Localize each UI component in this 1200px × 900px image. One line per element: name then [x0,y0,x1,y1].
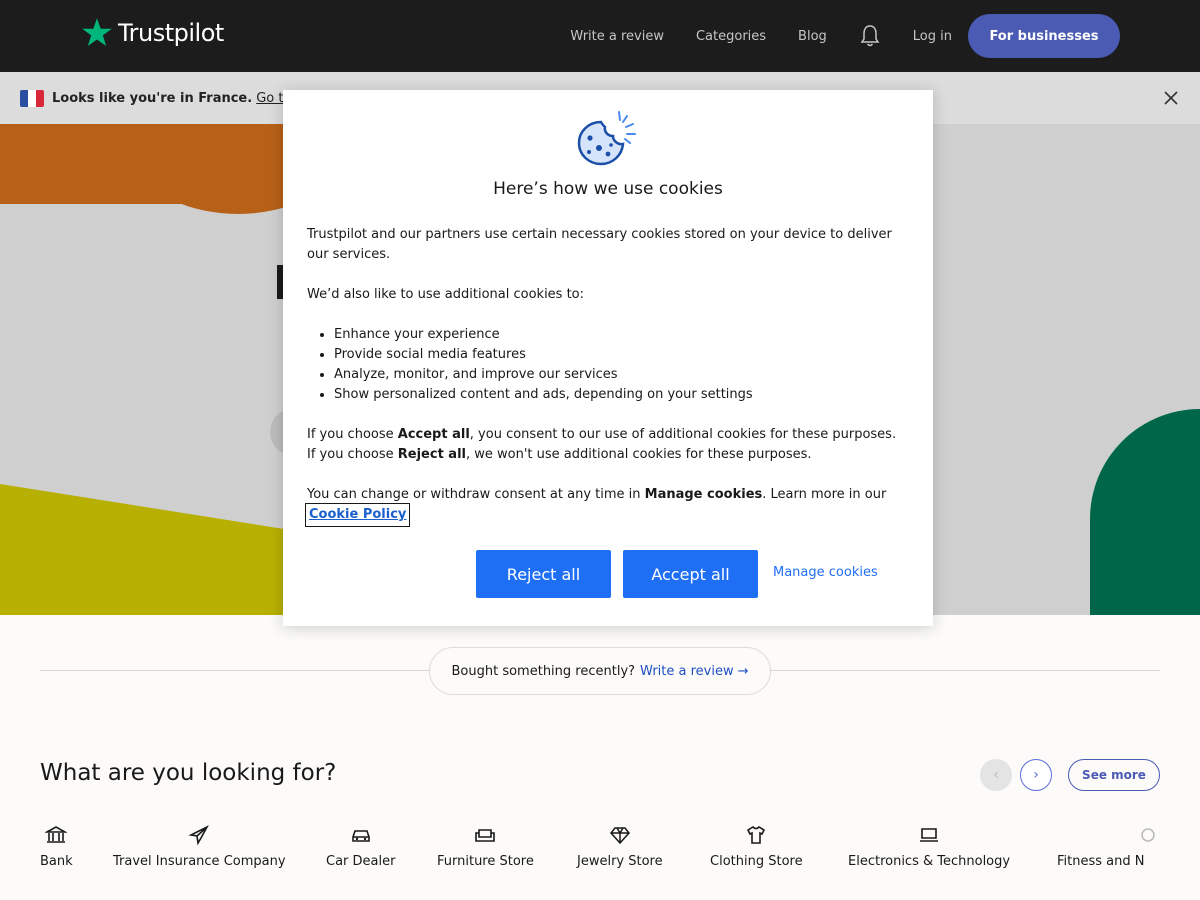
category-bank[interactable]: Bank [40,824,73,869]
change-bold: Manage cookies [644,487,763,502]
change-post: . Learn more in our [762,487,887,502]
see-more-button[interactable]: See more [1068,759,1160,791]
category-label: Clothing Store [710,854,803,869]
change-pre: You can change or withdraw consent at an… [307,487,645,502]
nav-categories[interactable]: Categories [696,29,766,44]
category-label: Fitness and N [1057,854,1145,869]
close-icon[interactable] [1162,89,1180,107]
nav-blog[interactable]: Blog [798,29,827,44]
category-label: Bank [40,854,73,869]
category-label: Jewelry Store [577,854,663,869]
carousel-prev-button[interactable]: ‹ [980,759,1012,791]
category-label: Furniture Store [437,854,534,869]
bell-icon[interactable] [859,24,881,48]
purpose-item: Enhance your experience [334,325,913,345]
main-nav: Write a review Categories Blog Log in Fo… [570,14,1120,58]
accept-post: , you consent to our use of additional c… [469,427,897,442]
bank-icon [45,826,68,843]
reject-post: , we won't use additional cookies for th… [466,447,812,462]
category-label: Car Dealer [326,854,396,869]
fitness-icon [1141,828,1155,842]
france-flag-icon [20,89,44,107]
for-businesses-button[interactable]: For businesses [968,14,1120,58]
banner-text: Looks like you're in France. [52,90,253,106]
category-clothing-store[interactable]: Clothing Store [710,824,803,869]
category-jewelry-store[interactable]: Jewelry Store [577,824,663,869]
purpose-item: Analyze, monitor, and improve our servic… [334,365,913,385]
manage-cookies-button[interactable]: Manage cookies [773,565,878,580]
carousel-next-button[interactable]: › [1020,759,1052,791]
cookie-icon [577,111,636,166]
cookie-consent-dialog: Here’s how we use cookies Trustpilot and… [283,90,933,626]
laptop-icon [920,828,939,842]
reject-bold: Reject all [397,447,466,462]
reject-all-button[interactable]: Reject all [476,550,611,598]
divider-right [770,670,1160,671]
accept-all-button[interactable]: Accept all [623,550,758,598]
top-header: Trustpilot Write a review Categories Blo… [0,0,1200,72]
shirt-icon [747,825,766,844]
category-label: Electronics & Technology [848,854,1011,869]
purpose-item: Show personalized content and ads, depen… [334,385,913,405]
category-furniture-store[interactable]: Furniture Store [437,824,534,869]
diamond-icon [609,827,630,845]
reject-pre: If you choose [307,447,398,462]
purpose-list: Enhance your experience Provide social m… [334,325,913,405]
consent-change-text: You can change or withdraw consent at an… [304,485,913,527]
nav-login[interactable]: Log in [913,29,952,44]
modal-body: Trustpilot and our partners use certain … [304,225,913,545]
nav-write-review[interactable]: Write a review [570,29,664,44]
accept-pre: If you choose [307,427,398,442]
choice-text: If you choose Accept all, you consent to… [307,425,913,465]
arrow-right-icon: → [737,663,749,679]
categories-title: What are you looking for? [40,760,337,786]
category-fitness[interactable]: Fitness and N [1057,824,1159,869]
category-travel-insurance[interactable]: Travel Insurance Company [113,824,286,869]
purpose-item: Provide social media features [334,345,913,365]
intro-text: Trustpilot and our partners use certain … [307,227,892,262]
logo-text: Trustpilot [118,19,224,47]
trustpilot-logo[interactable]: Trustpilot [80,16,224,50]
category-electronics[interactable]: Electronics & Technology [848,824,1010,869]
plane-icon [188,825,210,846]
category-label: Travel Insurance Company [113,854,286,869]
hero-green-shape [1090,409,1200,615]
star-logo-icon [82,18,112,47]
write-review-link[interactable]: Write a review [640,664,734,679]
car-icon [351,830,370,842]
divider-left [40,670,430,671]
review-prompt: Bought something recently? [451,663,636,679]
cookie-policy-link[interactable]: Cookie Policy [304,503,411,527]
write-review-pill: Bought something recently? Write a revie… [429,647,771,695]
sofa-icon [475,829,496,842]
accept-bold: Accept all [397,427,470,442]
also-text: We’d also like to use additional cookies… [307,287,585,302]
modal-title: Here’s how we use cookies [493,179,723,199]
category-car-dealer[interactable]: Car Dealer [326,824,395,869]
